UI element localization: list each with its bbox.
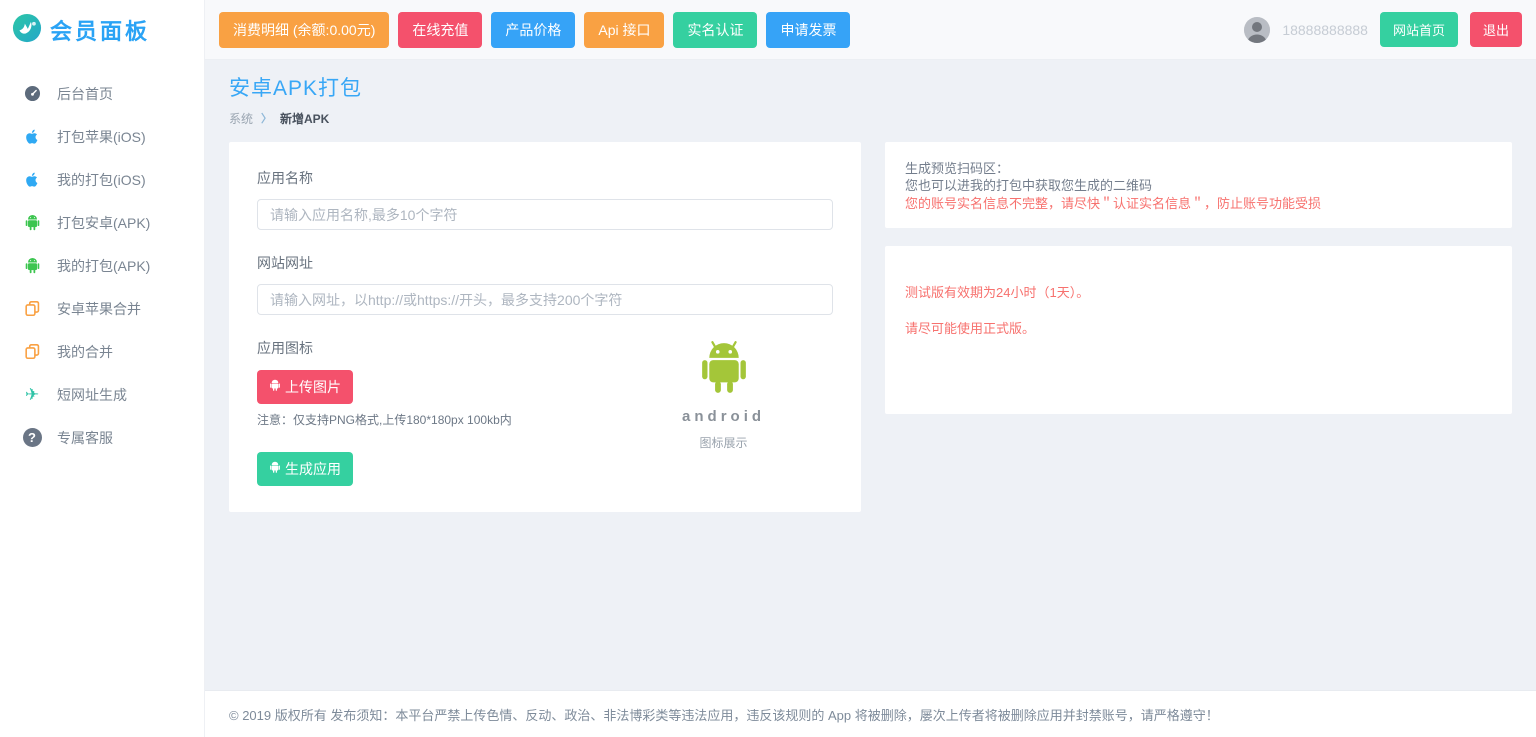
sidebar-item-label: 后台首页 [57,84,113,104]
sidebar-item-ios-my[interactable]: 我的打包(iOS) [0,158,204,201]
site-url-input[interactable] [257,284,833,315]
android-wordmark: android [682,408,765,425]
new-ribbon-badge: NEW [170,375,204,409]
topbar: 消费明细 (余额:0.00元)在线充值产品价格Api 接口实名认证申请发票 18… [205,0,1536,60]
sidebar-item-apk-my[interactable]: 我的打包(APK) [0,244,204,287]
toolbar-button-invoice[interactable]: 申请发票 [766,12,850,48]
sidebar-item-label: 专属客服 [57,428,113,448]
app-icon-label: 应用图标 [257,338,614,358]
app-window: 会员面板 后台首页打包苹果(iOS) 我的打包(iOS) 打包安卓(APK) 我的打包… [0,0,1536,737]
site-url-label: 网站网址 [257,253,833,273]
chevron-right-icon: 〉 [261,110,272,126]
sidebar-item-label: 安卓苹果合并 [57,299,141,319]
android-icon [269,461,281,477]
copyright-text: © 2019 版权所有 发布须知：本平台严禁上传色情、反动、政治、非法博彩类等违… [229,705,1219,724]
sidebar-item-label: 短网址生成 [57,385,127,405]
upload-image-button[interactable]: 上传图片 [257,370,353,404]
sidebar-item-label: 我的合并 [57,342,113,362]
merge-icon [22,299,42,319]
apple-icon [22,170,42,190]
app-name-label: 应用名称 [257,168,833,188]
toolbar-button-api[interactable]: Api 接口 [584,12,664,48]
apk-form-card: 应用名称 网站网址 应用图标 上传图片 [229,142,861,512]
sidebar-item-label: 打包苹果(iOS) [57,127,146,147]
sidebar-item-dashboard[interactable]: 后台首页 [0,72,204,115]
sidebar-item-label: 我的打包(iOS) [57,170,146,190]
page-title: 安卓APK打包 [229,76,1512,102]
sidebar-nav: 后台首页打包苹果(iOS) 我的打包(iOS) 打包安卓(APK) 我的打包(APK)… [0,60,204,459]
site-home-button[interactable]: 网站首页 [1380,12,1458,47]
apple-icon [22,127,42,147]
toolbar-button-realname[interactable]: 实名认证 [673,12,757,48]
icon-preview: android 图标展示 [614,338,833,486]
preview-line-1: 生成预览扫码区： [905,160,1492,177]
content-area: 安卓APK打包 系统 〉 新增APK 应用名称 网站网址 应用图标 [205,60,1536,690]
user-box: 18888888888 网站首页 退出 [1244,12,1522,47]
sidebar-item-label: 我的打包(APK) [57,256,150,276]
logo[interactable]: 会员面板 [0,0,204,60]
dashboard-icon [22,84,42,104]
app-name-input[interactable] [257,199,833,230]
user-phone: 18888888888 [1282,22,1368,38]
upload-note: 注意：仅支持PNG格式,上传180*180px 100kb内 [257,411,614,428]
sidebar-item-merge-my[interactable]: 我的合并 [0,330,204,373]
app-title: 会员面板 [50,14,150,46]
toolbar-button-recharge[interactable]: 在线充值 [398,12,482,48]
logout-button[interactable]: 退出 [1470,12,1522,47]
breadcrumb-current: 新增APK [280,110,329,127]
breadcrumb: 系统 〉 新增APK [229,110,1512,126]
plane-icon: ✈ [22,385,42,405]
sidebar-item-ios-pack[interactable]: 打包苹果(iOS) [0,115,204,158]
generate-app-button[interactable]: 生成应用 [257,452,353,486]
android-logo-icon [697,340,751,403]
preview-line-2: 您也可以进我的打包中获取您生成的二维码 [905,177,1492,194]
realname-warning: 您的账号实名信息不完整，请尽快＂认证实名信息＂，防止账号功能受损 [905,195,1492,212]
footer: © 2019 版权所有 发布须知：本平台严禁上传色情、反动、政治、非法博彩类等违… [205,690,1536,737]
icon-preview-caption: 图标展示 [700,434,748,451]
sidebar-item-apk-pack[interactable]: 打包安卓(APK) [0,201,204,244]
sidebar-item-label: 打包安卓(APK) [57,213,150,233]
merge-icon [22,342,42,362]
notice-line-2: 请尽可能使用正式版。 [905,318,1492,337]
toolbar: 消费明细 (余额:0.00元)在线充值产品价格Api 接口实名认证申请发票 [219,12,1244,48]
toolbar-button-consume-detail[interactable]: 消费明细 (余额:0.00元) [219,12,389,48]
help-icon: ? [22,428,42,448]
logo-icon [12,13,42,48]
breadcrumb-root[interactable]: 系统 [229,110,253,127]
qr-preview-card: 生成预览扫码区： 您也可以进我的打包中获取您生成的二维码 您的账号实名信息不完整… [885,142,1512,228]
toolbar-button-product-price[interactable]: 产品价格 [491,12,575,48]
sidebar-item-support[interactable]: ? 专属客服 [0,416,204,459]
sidebar: 会员面板 后台首页打包苹果(iOS) 我的打包(iOS) 打包安卓(APK) 我的打包… [0,0,205,737]
sidebar-item-merge[interactable]: 安卓苹果合并 [0,287,204,330]
sidebar-item-short-url[interactable]: ✈ 短网址生成 NEW [0,373,204,416]
android-icon [22,256,42,276]
trial-notice-card: 测试版有效期为24小时（1天）。 请尽可能使用正式版。 [885,246,1512,414]
user-avatar[interactable] [1244,17,1270,43]
android-icon [269,379,281,395]
android-icon [22,213,42,233]
notice-line-1: 测试版有效期为24小时（1天）。 [905,282,1492,301]
